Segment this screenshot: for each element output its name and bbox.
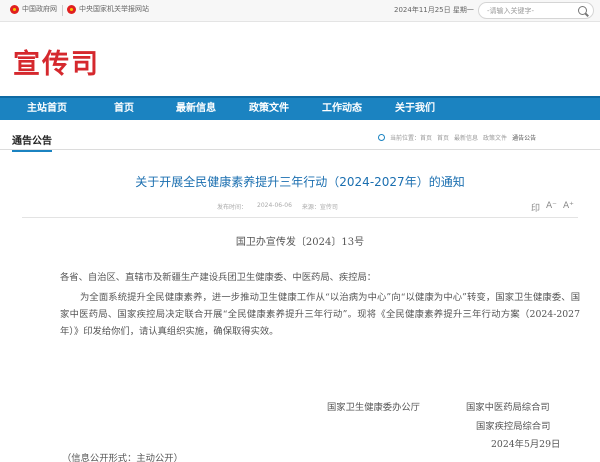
breadcrumb-item-home[interactable]: 首页: [437, 133, 449, 142]
top-utility-bar: 中国政府网 中央国家机关举报网站 2024年11月25日 星期一: [0, 0, 600, 22]
current-date: 2024年11月25日 星期一: [394, 6, 474, 14]
nav-item-home[interactable]: 首页: [114, 98, 134, 120]
national-emblem-icon: [67, 4, 76, 14]
main-nav: 主站首页 首页 最新信息 政策文件 工作动态 关于我们: [0, 96, 600, 120]
national-emblem-icon: [10, 4, 19, 14]
nav-item-work[interactable]: 工作动态: [322, 98, 362, 120]
signer-nhc: 国家卫生健康委办公厅: [327, 402, 420, 413]
section-title: 通告公告: [12, 132, 52, 152]
search-input[interactable]: [487, 5, 573, 16]
nav-item-main-home[interactable]: 主站首页: [27, 98, 67, 120]
publish-time-label: 发布时间：: [217, 204, 248, 211]
nav-item-policy[interactable]: 政策文件: [249, 98, 289, 120]
document-number: 国卫办宣传发〔2024〕13号: [235, 237, 365, 248]
topbar-divider: [62, 5, 63, 16]
site-title[interactable]: 宣传司: [13, 42, 100, 81]
report-site-link[interactable]: 中央国家机关举报网站: [67, 4, 149, 14]
breadcrumb-label: 当前位置：首页: [390, 135, 433, 142]
signer-tcm: 国家中医药局综合司: [466, 402, 550, 413]
breadcrumb-item-current[interactable]: 通告公告: [512, 133, 536, 142]
site-header: 宣传司: [0, 22, 600, 96]
gov-site-label: 中国政府网: [22, 5, 57, 13]
publish-date: 2024-06-06: [257, 202, 292, 209]
search-icon[interactable]: [578, 6, 587, 15]
signer-cdc: 国家疾控局综合司: [476, 421, 551, 432]
font-decrease-icon[interactable]: A⁻: [546, 201, 557, 214]
search-box: [478, 2, 594, 19]
nav-item-about[interactable]: 关于我们: [395, 98, 435, 120]
addressee: 各省、自治区、直辖市及新疆生产建设兵团卫生健康委、中医药局、疾控局：: [60, 272, 377, 283]
article-title: 关于开展全民健康素养提升三年行动（2024-2027年）的通知: [135, 175, 465, 189]
sign-date: 2024年5月29日: [491, 439, 561, 450]
section-bar: 通告公告 当前位置：首页 首页 最新信息 政策文件 通告公告: [0, 130, 600, 152]
home-icon: [378, 134, 385, 141]
breadcrumb-item-policy[interactable]: 政策文件: [483, 133, 507, 142]
report-site-label: 中央国家机关举报网站: [79, 5, 149, 13]
article-tools: 印 A⁻ A⁺: [531, 201, 574, 214]
article-source: 来源：宣传司: [301, 204, 338, 211]
gov-site-link[interactable]: 中国政府网: [10, 4, 57, 14]
print-icon[interactable]: 印: [531, 201, 540, 214]
breadcrumb-item-latest[interactable]: 最新信息: [454, 133, 478, 142]
disclosure-note: （信息公开形式：主动公开）: [62, 453, 183, 462]
nav-item-latest[interactable]: 最新信息: [176, 98, 216, 120]
article-meta: 发布时间： 2024-06-06 来源：宣传司: [217, 202, 338, 211]
font-increase-icon[interactable]: A⁺: [563, 201, 574, 214]
article-paragraph: 为全面系统提升全民健康素养，进一步推动卫生健康工作从“以治病为中心”向“以健康为…: [60, 292, 580, 337]
article-divider: [22, 217, 578, 218]
breadcrumb: 当前位置：首页 首页 最新信息 政策文件 通告公告: [378, 133, 536, 142]
